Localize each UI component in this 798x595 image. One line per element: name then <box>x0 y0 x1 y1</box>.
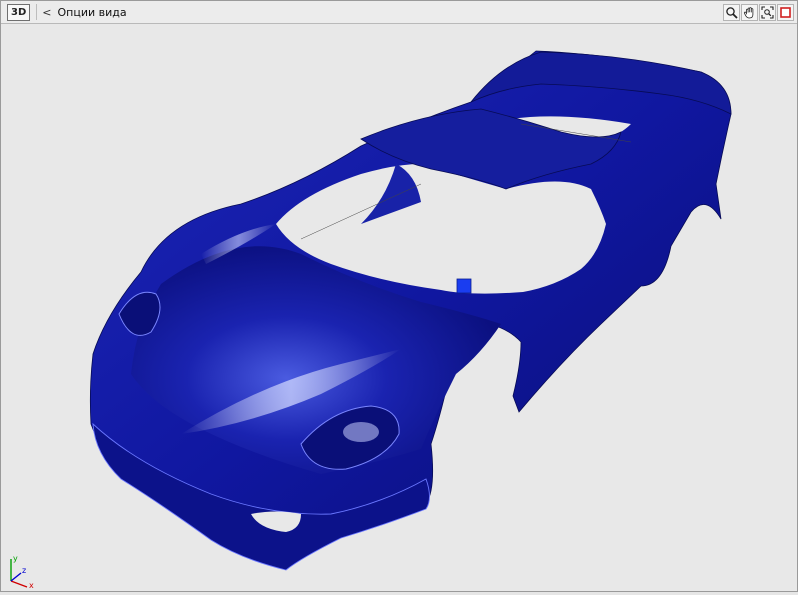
viewport-window: 3D < Опции вида y z x <box>0 0 798 592</box>
maximize-icon <box>780 7 791 18</box>
3d-viewport[interactable]: y z x <box>1 24 797 591</box>
mode-badge[interactable]: 3D <box>7 3 31 21</box>
pan-button[interactable] <box>741 4 758 21</box>
zoom-extents-button[interactable] <box>759 4 776 21</box>
maximize-button[interactable] <box>777 4 794 21</box>
header-separator <box>36 4 38 20</box>
zoom-extents-icon <box>761 6 774 19</box>
pan-hand-icon <box>743 7 754 19</box>
car-body-model[interactable] <box>1 24 797 591</box>
axis-z-label: z <box>22 566 26 575</box>
left-lamp-lens <box>343 422 379 442</box>
axis-x-label: x <box>29 581 34 589</box>
view-options-title[interactable]: Опции вида <box>57 6 126 19</box>
zoom-icon <box>726 7 738 19</box>
axis-gizmo: y z x <box>10 554 34 589</box>
axis-y-label: y <box>13 554 18 563</box>
back-chevron-icon[interactable]: < <box>42 6 51 19</box>
view-toolbar <box>723 4 794 21</box>
zoom-button[interactable] <box>723 4 740 21</box>
pivot-marker[interactable] <box>456 278 472 294</box>
view-header: 3D < Опции вида <box>1 1 797 24</box>
